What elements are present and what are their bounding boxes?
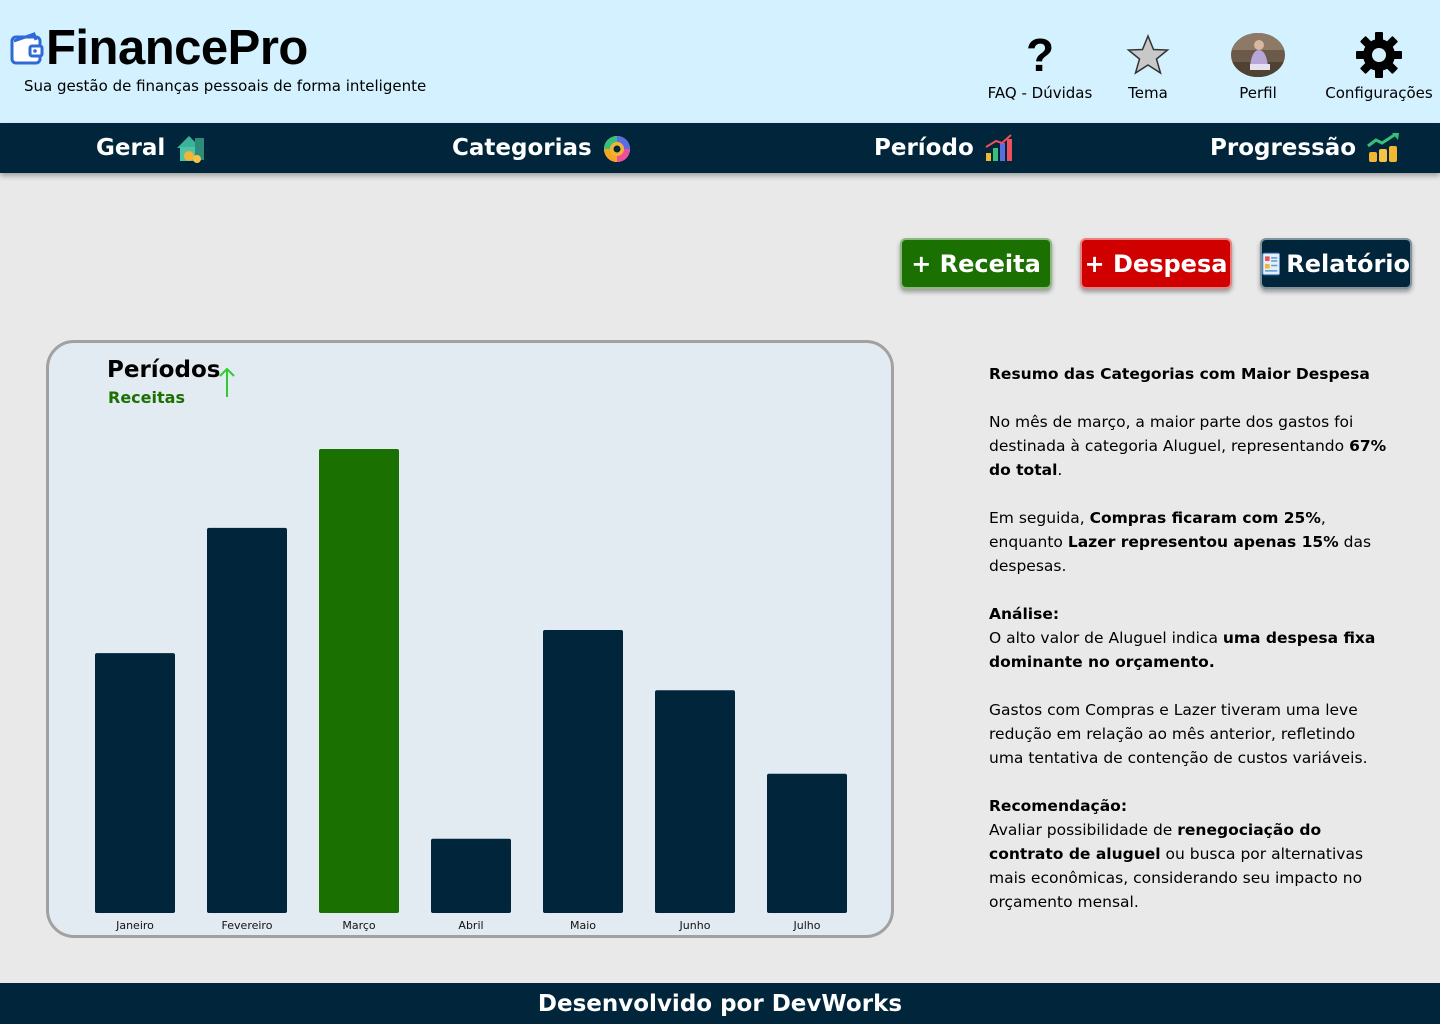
faq-label: FAQ - Dúvidas xyxy=(987,84,1093,102)
add-receita-button[interactable]: + Receita xyxy=(900,238,1052,289)
x-tick-label: Março xyxy=(342,919,376,932)
summary-recommendation: Recomendação: Avaliar possibilidade de re… xyxy=(989,794,1389,914)
gear-icon xyxy=(1356,32,1402,78)
profile-label: Perfil xyxy=(1239,84,1277,102)
summary-text: Em seguida, xyxy=(989,509,1090,527)
summary-highlight: Compras ficaram com 25% xyxy=(1089,509,1321,527)
star-icon xyxy=(1126,34,1170,75)
analysis-label: Análise: xyxy=(989,605,1060,623)
summary-paragraph-2: Em seguida, Compras ficaram com 25%, enq… xyxy=(989,506,1389,578)
footer-text: Desenvolvido por DevWorks xyxy=(537,990,903,1017)
periods-chart-card: Períodos Receitas Janeiro Fevereiro Março A… xyxy=(46,340,894,938)
theme-label: Tema xyxy=(1128,84,1168,102)
bar-junho[interactable] xyxy=(655,690,735,913)
tab-periodo[interactable]: Período xyxy=(874,123,1014,173)
report-icon xyxy=(1262,252,1281,275)
bar-chart-icon xyxy=(985,134,1012,161)
app-header: FinancePro Sua gestão de finanças pessoa… xyxy=(0,0,1440,123)
add-despesa-button[interactable]: + Despesa xyxy=(1080,238,1232,289)
app-title: FinancePro xyxy=(46,21,308,75)
settings-label: Configurações xyxy=(1325,84,1433,102)
x-tick-label: Julho xyxy=(793,919,821,932)
category-summary: Resumo das Categorias com Maior Despesa … xyxy=(989,362,1389,938)
tab-progressao-label: Progressão xyxy=(1210,135,1357,161)
footer: Desenvolvido por DevWorks xyxy=(0,983,1440,1024)
x-tick-label: Fevereiro xyxy=(222,919,273,932)
summary-text: O alto valor de Aluguel indica xyxy=(989,629,1223,647)
summary-analysis: Análise: O alto valor de Aluguel indica u… xyxy=(989,602,1389,674)
bar-janeiro[interactable] xyxy=(95,653,175,913)
summary-text: No mês de março, a maior parte dos gasto… xyxy=(989,413,1354,455)
summary-paragraph-1: No mês de março, a maior parte dos gasto… xyxy=(989,410,1389,482)
profile-button[interactable]: Perfil xyxy=(1220,30,1296,102)
tab-categorias-label: Categorias xyxy=(452,135,592,161)
summary-text: . xyxy=(1057,461,1063,479)
recommendation-label: Recomendação: xyxy=(989,797,1128,815)
tab-geral[interactable]: Geral xyxy=(96,123,207,173)
tab-geral-label: Geral xyxy=(96,135,166,161)
summary-heading: Resumo das Categorias com Maior Despesa xyxy=(989,365,1370,383)
settings-button[interactable]: Configurações xyxy=(1322,30,1436,102)
bar-abril[interactable] xyxy=(431,838,511,913)
faq-button[interactable]: ? FAQ - Dúvidas xyxy=(984,30,1096,102)
house-coins-icon xyxy=(177,136,205,163)
x-tick-label: Maio xyxy=(570,919,596,932)
relatorio-label: Relatório xyxy=(1286,249,1410,278)
summary-highlight: Lazer representou apenas 15% xyxy=(1067,533,1339,551)
trend-coins-icon xyxy=(1367,132,1400,162)
avatar xyxy=(1231,33,1285,77)
app-subtitle: Sua gestão de finanças pessoais de forma… xyxy=(24,77,427,95)
wallet-icon xyxy=(10,32,44,65)
bar-março[interactable] xyxy=(319,449,399,913)
main-nav: Geral Categorias Período Progressão xyxy=(0,123,1440,173)
summary-text: Avaliar possibilidade de xyxy=(989,821,1178,839)
x-tick-label: Janeiro xyxy=(115,919,154,932)
tab-categorias[interactable]: Categorias xyxy=(452,123,634,173)
summary-paragraph-4: Gastos com Compras e Lazer tiveram uma l… xyxy=(989,701,1368,767)
tab-progressao[interactable]: Progressão xyxy=(1210,123,1402,173)
bar-chart: Janeiro Fevereiro Março Abril Maio Junho Julho xyxy=(95,449,847,932)
theme-button[interactable]: Tema xyxy=(1110,30,1186,102)
bar-fevereiro[interactable] xyxy=(207,527,287,913)
question-icon: ? xyxy=(1025,29,1055,81)
relatorio-button[interactable]: Relatório xyxy=(1260,238,1412,289)
bar-julho[interactable] xyxy=(767,773,847,913)
pie-chart-icon xyxy=(603,136,630,162)
x-tick-label: Abril xyxy=(458,919,483,932)
bar-maio[interactable] xyxy=(543,629,623,913)
x-tick-label: Junho xyxy=(679,919,711,932)
tab-periodo-label: Período xyxy=(874,135,974,161)
